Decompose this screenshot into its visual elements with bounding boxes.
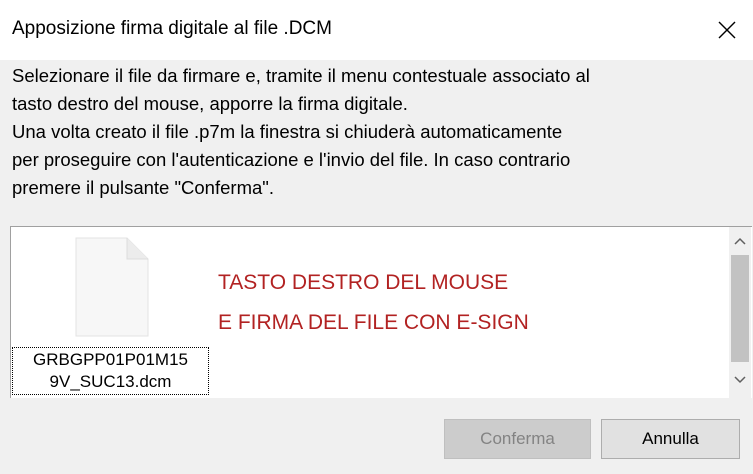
instructions-line: per proseguire con l'autenticazione e l'…: [12, 149, 571, 170]
close-icon: [718, 21, 736, 39]
dialog-window: Apposizione firma digitale al file .DCM …: [0, 0, 753, 474]
hint-text: TASTO DESTRO DEL MOUSE E FIRMA DEL FILE …: [218, 263, 529, 343]
scroll-down-button[interactable]: [729, 370, 751, 392]
file-list-pane[interactable]: GRBGPP01P01M15 9V_SUC13.dcm TASTO DESTRO…: [10, 226, 752, 398]
file-item[interactable]: GRBGPP01P01M15 9V_SUC13.dcm: [12, 237, 212, 397]
chevron-down-icon: [734, 376, 746, 384]
instructions-line: Selezionare il file da firmare e, tramit…: [12, 65, 590, 86]
chevron-up-icon: [734, 237, 746, 245]
scroll-thumb[interactable]: [731, 255, 749, 362]
instructions-text: Selezionare il file da firmare e, tramit…: [12, 62, 750, 202]
instructions-line: premere il pulsante "Conferma".: [12, 177, 274, 198]
window-title: Apposizione firma digitale al file .DCM: [12, 18, 332, 39]
cancel-button[interactable]: Annulla: [601, 419, 740, 459]
hint-line: E FIRMA DEL FILE CON E-SIGN: [218, 311, 529, 334]
scroll-up-button[interactable]: [729, 231, 751, 253]
title-bar: Apposizione firma digitale al file .DCM: [0, 0, 753, 60]
file-name-label: GRBGPP01P01M15 9V_SUC13.dcm: [12, 347, 209, 395]
file-icon: [75, 237, 149, 337]
instructions-line: Una volta creato il file .p7m la finestr…: [12, 121, 563, 142]
confirm-button[interactable]: Conferma: [444, 419, 591, 459]
file-name-line: 9V_SUC13.dcm: [49, 372, 172, 391]
instructions-line: tasto destro del mouse, apporre la firma…: [12, 93, 408, 114]
file-name-line: GRBGPP01P01M15: [33, 350, 188, 369]
close-button[interactable]: [707, 12, 747, 48]
hint-line: TASTO DESTRO DEL MOUSE: [218, 271, 509, 294]
vertical-scrollbar[interactable]: [729, 227, 751, 398]
